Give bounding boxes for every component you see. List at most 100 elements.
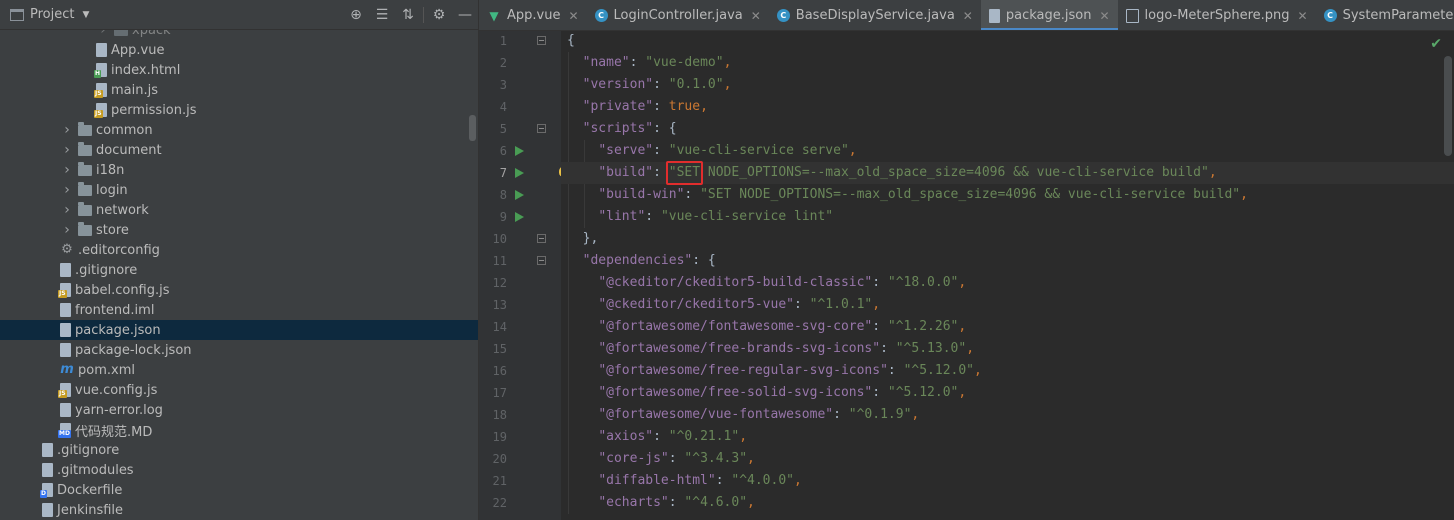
line-number: 22	[492, 496, 507, 510]
editor-scrollbar-thumb[interactable]	[1444, 56, 1452, 156]
tree-folder[interactable]: › login	[0, 180, 478, 200]
tree-folder[interactable]: › xpack	[0, 30, 478, 40]
tree-folder[interactable]: › i18n	[0, 160, 478, 180]
code-line: "@fortawesome/free-brands-svg-icons": "^…	[567, 338, 974, 360]
collapse-all-icon[interactable]: ⇅	[395, 0, 421, 30]
close-icon[interactable]: ✕	[963, 9, 973, 23]
chevron-right-icon[interactable]: ›	[60, 202, 74, 218]
gear-icon[interactable]: ⚙	[426, 0, 452, 30]
tree-folder[interactable]: › network	[0, 200, 478, 220]
code-token: :	[668, 451, 685, 466]
editor-tab[interactable]: ▼ App.vue ✕	[479, 0, 587, 30]
project-view-selector[interactable]: Project ▼	[10, 7, 89, 22]
tree-file[interactable]: JS vue.config.js	[0, 380, 478, 400]
code-token: :	[872, 385, 888, 400]
tree-file[interactable]: JS permission.js	[0, 100, 478, 120]
close-icon[interactable]: ✕	[1099, 9, 1109, 23]
tree-file[interactable]: yarn-error.log	[0, 400, 478, 420]
tree-file[interactable]: ⚙ .editorconfig	[0, 240, 478, 260]
code-token: "@fortawesome/fontawesome-svg-core"	[598, 319, 873, 334]
fold-icon[interactable]	[537, 36, 546, 45]
tree-scrollbar-thumb[interactable]	[469, 115, 476, 141]
tree-folder[interactable]: › store	[0, 220, 478, 240]
line-number: 19	[492, 430, 507, 444]
chevron-right-icon[interactable]: ›	[96, 30, 110, 38]
chevron-right-icon[interactable]: ›	[60, 162, 74, 178]
tree-file[interactable]: m pom.xml	[0, 360, 478, 380]
code-token: :	[872, 319, 888, 334]
tree-folder[interactable]: › common	[0, 120, 478, 140]
code-token: "@fortawesome/free-regular-svg-icons"	[598, 363, 888, 378]
editor-tab[interactable]: package.json ✕	[980, 0, 1118, 30]
tree-file[interactable]: JS babel.config.js	[0, 280, 478, 300]
tree-file[interactable]: package.json	[0, 320, 478, 340]
tree-file[interactable]: D Dockerfile	[0, 480, 478, 500]
editor-tab[interactable]: C SystemParameterExample.j	[1316, 0, 1454, 30]
fold-icon[interactable]	[537, 256, 546, 265]
tree-file[interactable]: App.vue	[0, 40, 478, 60]
run-script-icon[interactable]	[515, 190, 524, 200]
editor-tab[interactable]: C LoginController.java ✕	[587, 0, 769, 30]
line-number: 21	[492, 474, 507, 488]
chevron-right-icon[interactable]: ›	[60, 182, 74, 198]
tree-file[interactable]: MD 代码规范.MD	[0, 420, 478, 440]
fold-icon[interactable]	[537, 234, 546, 243]
tree-file[interactable]: JS main.js	[0, 80, 478, 100]
vue-file-icon	[96, 43, 107, 57]
code-line: "@ckeditor/ckeditor5-build-classic": "^1…	[567, 272, 966, 294]
code-token: "vue-cli-service lint"	[660, 209, 834, 224]
tab-label: BaseDisplayService.java	[795, 8, 955, 23]
code-line: "diffable-html": "^4.0.0",	[567, 470, 802, 492]
tree-item-label: yarn-error.log	[75, 402, 163, 418]
code-token: "vue-demo"	[645, 55, 724, 70]
run-script-icon[interactable]	[515, 146, 524, 156]
tab-label: App.vue	[507, 8, 561, 23]
tree-file[interactable]: Jenkinsfile	[0, 500, 478, 520]
tree-folder[interactable]: › document	[0, 140, 478, 160]
run-script-icon[interactable]	[515, 168, 524, 178]
check-icon: ✔	[1430, 36, 1442, 52]
editor-tab[interactable]: logo-MeterSphere.png ✕	[1118, 0, 1316, 30]
minimize-icon[interactable]: —	[452, 0, 478, 30]
project-panel-header: Project ▼ ⊕ ☰ ⇅ ⚙ —	[0, 0, 478, 30]
close-icon[interactable]: ✕	[1298, 9, 1308, 23]
code-token: ,	[974, 363, 982, 378]
fold-icon[interactable]	[537, 124, 546, 133]
line-number: 9	[499, 210, 507, 224]
chevron-right-icon[interactable]: ›	[60, 222, 74, 238]
tree-item-label: common	[96, 122, 153, 138]
locate-icon[interactable]: ⊕	[343, 0, 369, 30]
tree-file[interactable]: .gitmodules	[0, 460, 478, 480]
code-line: "dependencies": {	[567, 250, 716, 272]
close-icon[interactable]: ✕	[751, 9, 761, 23]
expand-all-icon[interactable]: ☰	[369, 0, 395, 30]
code-token: ,	[700, 99, 708, 114]
run-script-icon[interactable]	[515, 212, 524, 222]
close-icon[interactable]: ✕	[568, 9, 578, 23]
editor-tab[interactable]: C BaseDisplayService.java ✕	[769, 0, 981, 30]
tree-item-label: vue.config.js	[75, 382, 158, 398]
tree-file[interactable]: package-lock.json	[0, 340, 478, 360]
maven-icon: m	[60, 362, 74, 377]
java-class-icon: C	[1323, 9, 1337, 22]
chevron-right-icon[interactable]: ›	[60, 142, 74, 158]
code-token: ,	[958, 319, 967, 334]
file-type-badge: D	[40, 490, 47, 498]
tree-file[interactable]: .gitignore	[0, 440, 478, 460]
tree-file[interactable]: .gitignore	[0, 260, 478, 280]
code-token: "^3.4.3"	[684, 451, 748, 466]
tree-file[interactable]: Hindex.html	[0, 60, 478, 80]
chevron-right-icon[interactable]: ›	[60, 122, 74, 138]
code-token: "build-win"	[598, 187, 685, 202]
code-token: true	[668, 99, 701, 114]
tree-file[interactable]: frontend.iml	[0, 300, 478, 320]
code-token: "0.1.0"	[668, 77, 724, 92]
code-area[interactable]: { "name": "vue-demo", "version": "0.1.0"…	[561, 31, 1454, 520]
line-number: 15	[492, 342, 507, 356]
ignore-file-icon	[60, 263, 71, 277]
file-type-badge: JS	[94, 90, 103, 98]
